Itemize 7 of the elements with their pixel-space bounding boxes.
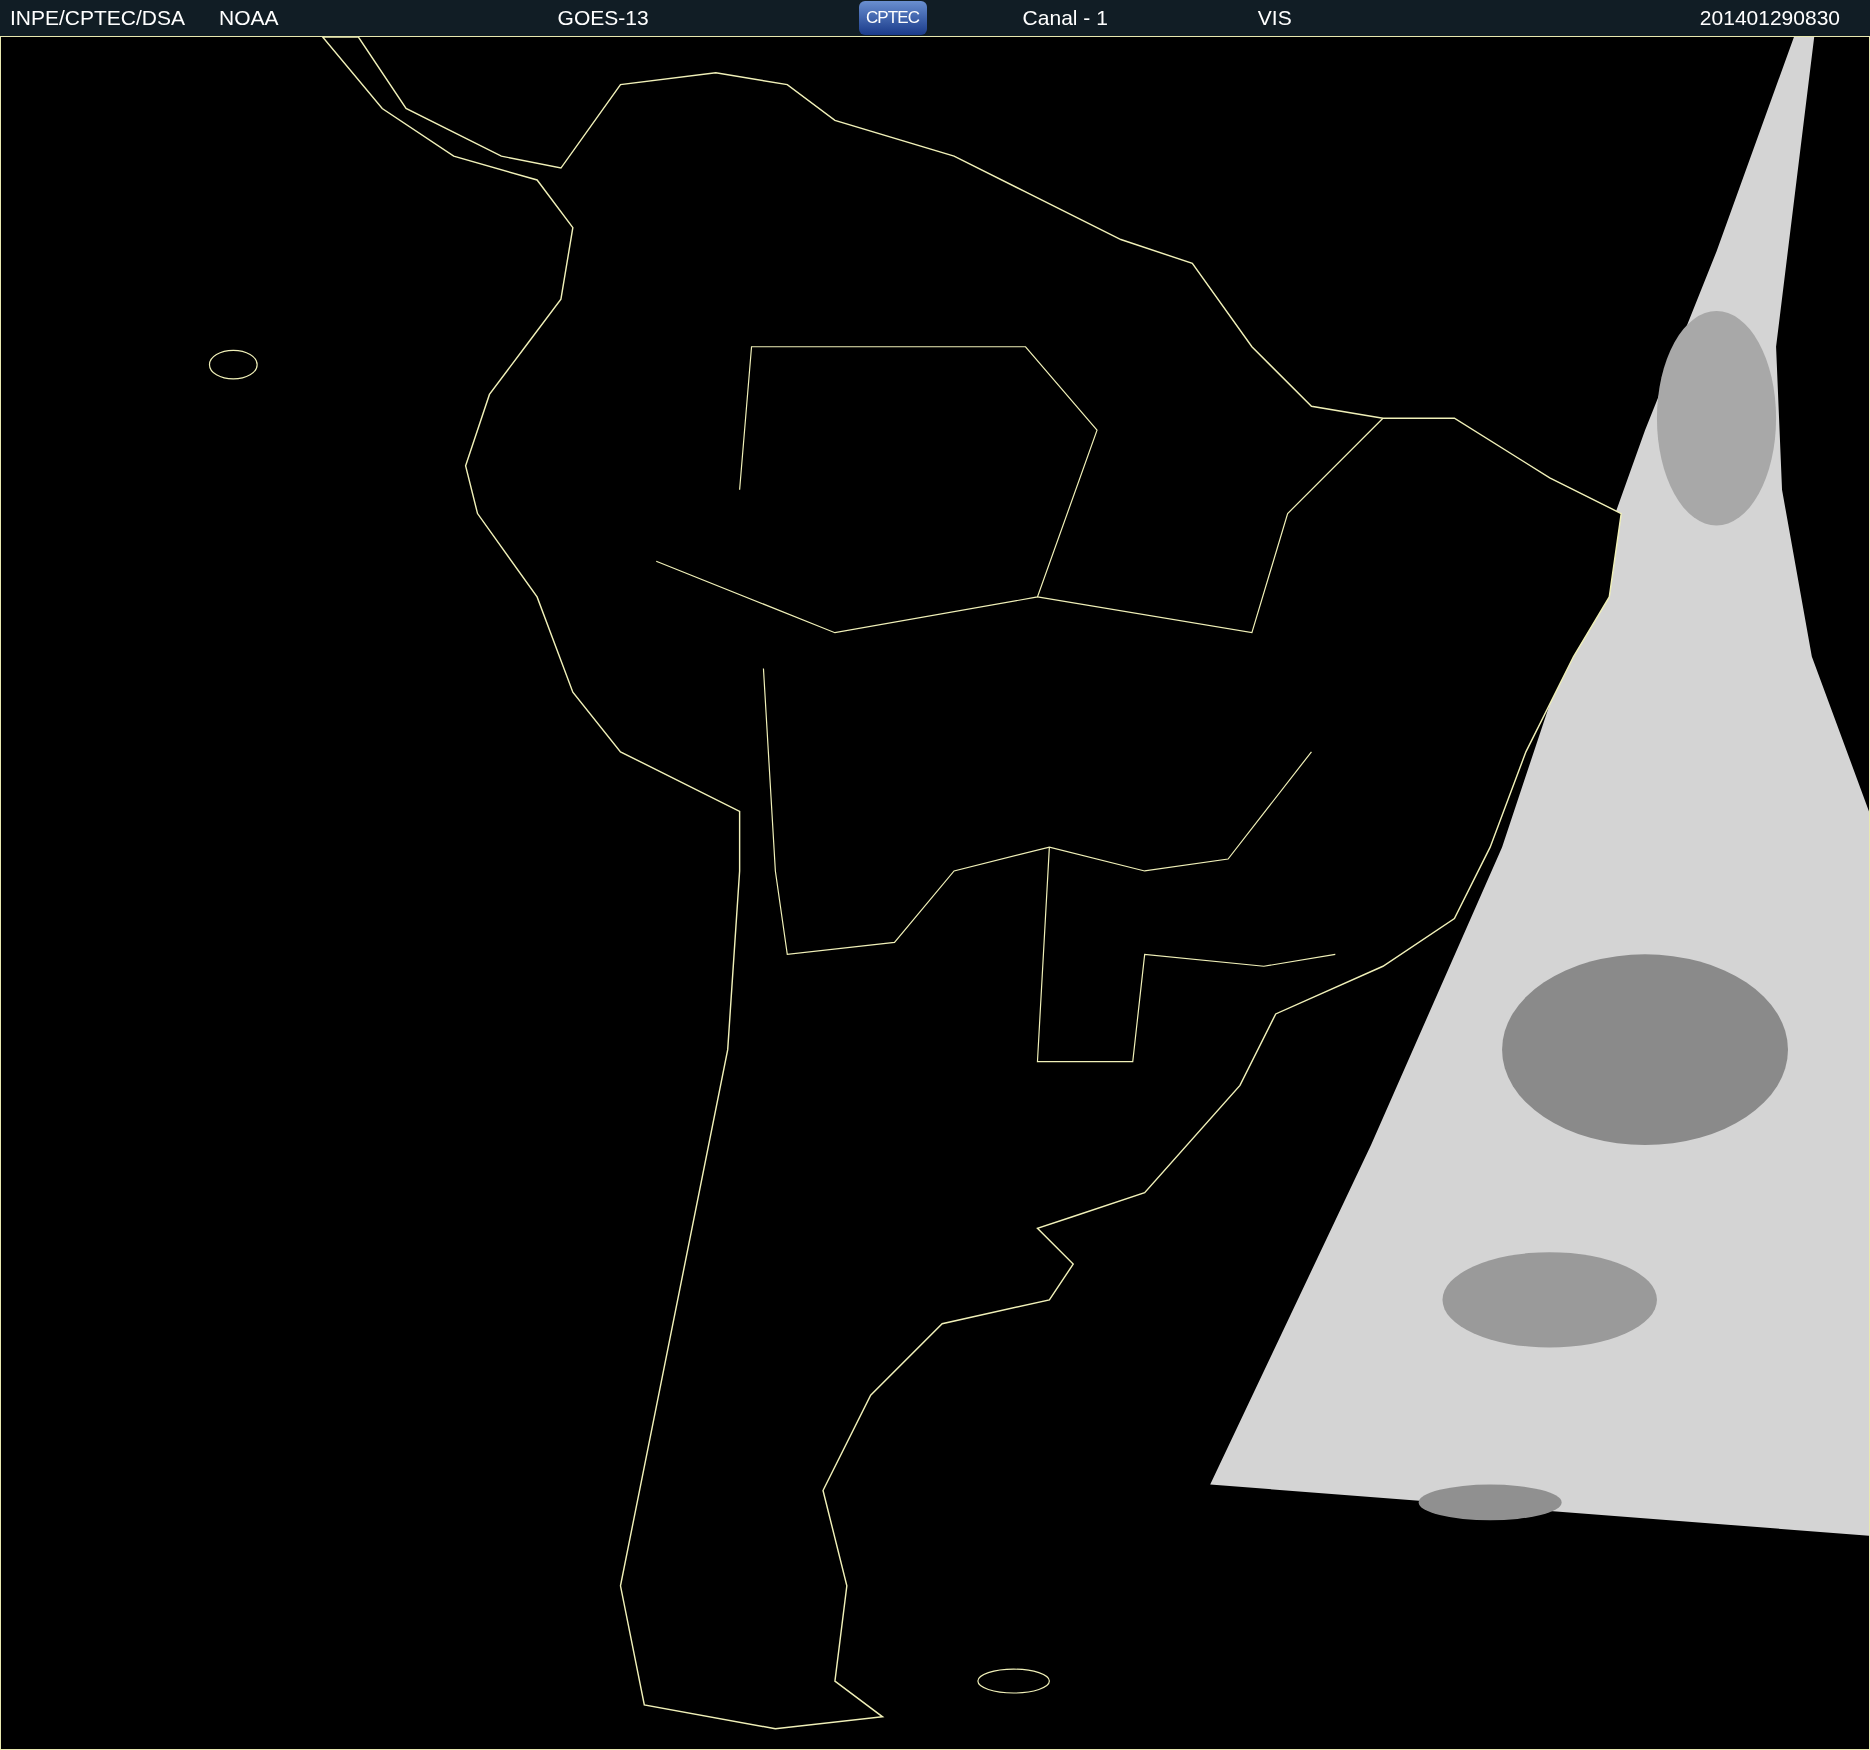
timestamp-label: 201401290830 xyxy=(1699,5,1840,32)
channel-label: Canal - 1 xyxy=(1022,5,1108,32)
satellite-label: GOES-13 xyxy=(557,5,649,32)
source-label: NOAA xyxy=(219,5,279,32)
band-label: VIS xyxy=(1257,5,1292,32)
logo: CPTEC xyxy=(858,1,927,35)
agency-label: INPE/CPTEC/DSA xyxy=(10,5,186,32)
